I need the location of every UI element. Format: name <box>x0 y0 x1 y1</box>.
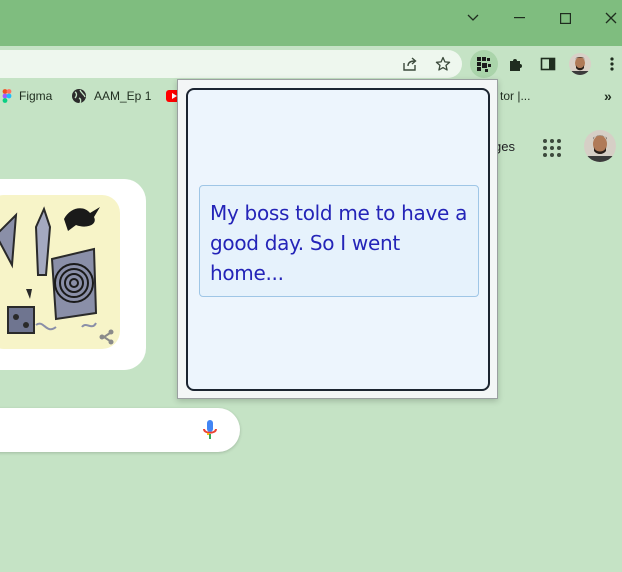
bookmark-partial[interactable]: tor |... <box>500 88 530 104</box>
extensions-button[interactable] <box>502 50 530 78</box>
doodle-illustration <box>0 195 120 349</box>
address-bar[interactable] <box>0 50 462 78</box>
chevron-down-icon <box>467 14 479 21</box>
apps-grid-icon <box>543 139 561 157</box>
account-avatar[interactable] <box>584 130 616 162</box>
side-panel-button[interactable] <box>534 50 562 78</box>
minimize-icon <box>513 17 525 19</box>
extension-active-button[interactable] <box>470 50 498 78</box>
side-panel-icon <box>540 57 556 71</box>
kebab-menu-icon <box>610 57 614 71</box>
title-bar <box>0 0 622 46</box>
bookmark-figma[interactable]: Figma <box>2 88 52 104</box>
browser-toolbar <box>0 46 622 82</box>
microphone-icon[interactable] <box>203 420 217 440</box>
popup-panel: My boss told me to have a good day. So I… <box>186 88 490 391</box>
google-apps-button[interactable] <box>540 136 564 160</box>
close-button[interactable] <box>588 0 622 36</box>
extension-active-icon <box>477 57 491 72</box>
bookmarks-overflow-button[interactable]: » <box>604 88 612 104</box>
minimize-button[interactable] <box>496 0 542 36</box>
extension-popup: My boss told me to have a good day. So I… <box>177 79 498 399</box>
profile-avatar <box>569 53 591 75</box>
bookmark-label: AAM_Ep 1 <box>94 89 152 103</box>
chevrons-right-icon: » <box>604 88 612 104</box>
joke-card: My boss told me to have a good day. So I… <box>199 185 479 297</box>
search-input[interactable] <box>0 408 240 452</box>
maximize-icon <box>559 12 571 24</box>
figma-icon <box>2 89 12 103</box>
puzzle-icon <box>510 59 522 71</box>
share-icon[interactable] <box>402 56 418 72</box>
bookmark-label: tor |... <box>500 89 531 103</box>
joke-text: My boss told me to have a good day. So I… <box>210 201 468 285</box>
bookmark-label: Figma <box>19 89 53 103</box>
maximize-button[interactable] <box>542 0 588 36</box>
close-icon <box>605 12 617 24</box>
tab-search-button[interactable] <box>450 0 496 36</box>
profile-button[interactable] <box>566 50 594 78</box>
doodle-card[interactable] <box>0 179 146 370</box>
star-icon[interactable] <box>435 56 451 72</box>
browser-menu-button[interactable] <box>598 50 622 78</box>
globe-icon <box>72 89 86 104</box>
bookmark-aam-ep1[interactable]: AAM_Ep 1 <box>71 88 151 104</box>
